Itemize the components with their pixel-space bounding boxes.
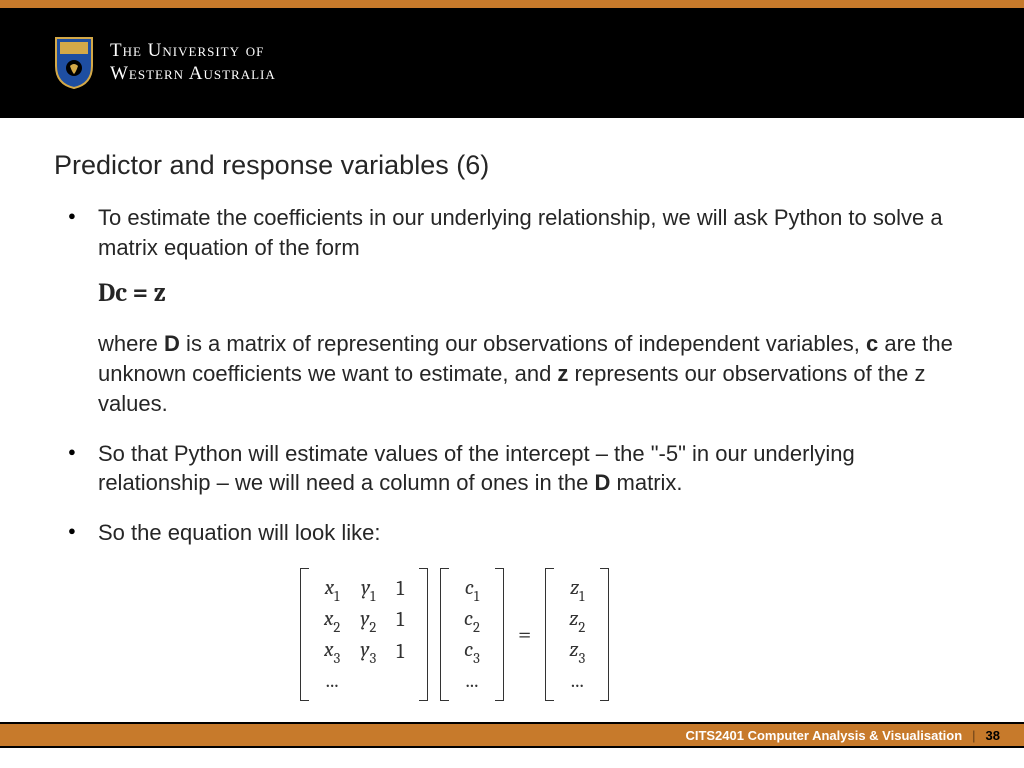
b: c (866, 331, 878, 356)
uni-line1: The University of (110, 40, 276, 63)
bullet1-intro: To estimate the coefficients in our unde… (98, 205, 943, 260)
equals-sign: = (518, 620, 531, 648)
slide-title: Predictor and response variables (6) (54, 150, 970, 181)
university-name: The University of Western Australia (110, 40, 276, 86)
bullet1-where: where D is a matrix of representing our … (98, 329, 970, 418)
footer-separator: | (972, 728, 975, 743)
b: z (557, 361, 568, 386)
t: So that Python will estimate values of t… (98, 441, 855, 496)
t: is a matrix of representing our observat… (180, 331, 866, 356)
matrix-z: z1 z2 z3 ... (545, 568, 609, 702)
footer: CITS2401 Computer Analysis & Visualisati… (0, 722, 1024, 748)
t: So the equation will look like: (98, 520, 381, 545)
bullet-3: So the equation will look like: (54, 518, 970, 548)
matrix-D: x1y11 x2y21 x3y31 ... (300, 568, 428, 702)
t: matrix. (610, 470, 682, 495)
header: The University of Western Australia (0, 8, 1024, 118)
university-crest-icon (54, 36, 94, 90)
bullet-1: To estimate the coefficients in our unde… (54, 203, 970, 419)
t: where (98, 331, 164, 356)
course-code: CITS2401 Computer Analysis & Visualisati… (685, 728, 962, 743)
matrix-c: c1 c2 c3 ... (440, 568, 504, 702)
b: D (595, 470, 611, 495)
uni-line2: Western Australia (110, 63, 276, 86)
bullet-list: To estimate the coefficients in our unde… (54, 203, 970, 548)
b: D (164, 331, 180, 356)
slide-content: Predictor and response variables (6) To … (0, 118, 1024, 701)
page-number: 38 (986, 728, 1000, 743)
equation-inline: Dc = z (98, 276, 970, 311)
top-accent-bar (0, 0, 1024, 8)
bullet-2: So that Python will estimate values of t… (54, 439, 970, 498)
matrix-equation: x1y11 x2y21 x3y31 ... c1 c2 c3 ... = z1 … (294, 568, 970, 702)
